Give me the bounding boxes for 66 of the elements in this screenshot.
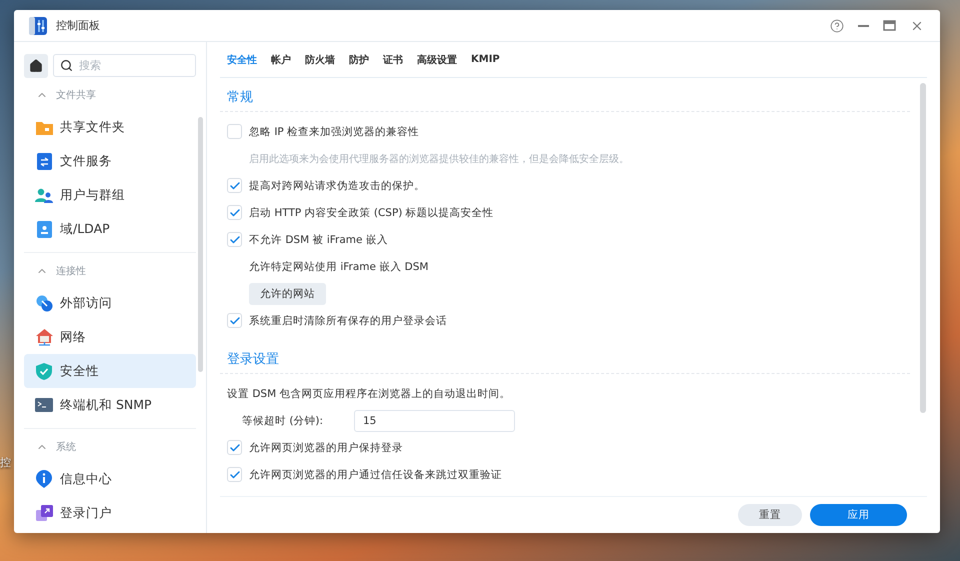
sidebar-item[interactable]: 信息中心 <box>24 462 196 496</box>
sidebar-item[interactable]: 用户与群组 <box>24 178 196 212</box>
allowed-sites-button[interactable]: 允许的网站 <box>249 282 326 304</box>
folder-icon <box>36 120 52 134</box>
checkbox[interactable] <box>227 467 242 482</box>
checkbox-label: 提高对跨网站请求伪造攻击的保护。 <box>249 178 425 192</box>
home-icon <box>29 59 43 73</box>
house-network-icon <box>36 328 52 346</box>
sidebar-item[interactable]: 文件服务 <box>24 144 196 178</box>
checkbox[interactable] <box>227 440 242 455</box>
info-icon <box>36 470 52 488</box>
checkbox-label: 允许网页浏览器的用户通过信任设备来跳过双重验证 <box>249 468 502 482</box>
sidebar-item[interactable]: 域/LDAP <box>24 212 196 246</box>
scrollbar-thumb[interactable] <box>920 83 926 413</box>
checkbox[interactable] <box>227 205 242 220</box>
shield-check-icon <box>36 362 52 380</box>
sidebar-item[interactable]: 安全性 <box>24 354 196 388</box>
maximize-icon <box>883 19 896 32</box>
sidebar-item[interactable]: 外部访问 <box>24 286 196 320</box>
input-field[interactable]: 15 <box>354 410 515 432</box>
search-field[interactable]: 搜索 <box>53 54 196 77</box>
tab[interactable]: 安全性 <box>220 42 264 77</box>
checkbox-label: 不允许 DSM 被 iFrame 嵌入 <box>249 232 388 246</box>
section-title: 登录设置 <box>220 346 910 374</box>
help-icon <box>830 18 844 32</box>
sidebar-group-title: 系统 <box>56 440 76 454</box>
tab[interactable]: KMIP <box>464 42 507 77</box>
scrollbar-thumb[interactable] <box>198 117 203 372</box>
sidebar-group-title: 文件共享 <box>56 88 96 102</box>
apply-button[interactable]: 应用 <box>810 504 907 526</box>
link-icon <box>36 294 52 312</box>
window-title: 控制面板 <box>56 18 100 33</box>
description-text: 设置 DSM 包含网页应用程序在浏览器上的自动退出时间。 <box>227 386 510 400</box>
sidebar-item[interactable]: 终端机和 SNMP <box>24 388 196 422</box>
checkbox[interactable] <box>227 124 242 139</box>
sidebar-item[interactable]: 共享文件夹 <box>24 110 196 144</box>
file-arrows-icon <box>36 152 52 170</box>
tab[interactable]: 帐户 <box>264 42 298 77</box>
app-logo-icon <box>28 16 48 36</box>
sidebar-item[interactable]: 登录门户 <box>24 496 196 530</box>
help-button[interactable] <box>828 16 846 34</box>
tab[interactable]: 防护 <box>342 42 376 77</box>
checkbox[interactable] <box>227 313 242 328</box>
sidebar-item[interactable]: 网络 <box>24 320 196 354</box>
option-text: 允许特定网站使用 iFrame 嵌入 DSM <box>249 260 428 274</box>
hint-text: 启用此选项来为会使用代理服务器的浏览器提供较佳的兼容性，但是会降低安全层级。 <box>249 152 629 166</box>
home-button[interactable] <box>24 54 48 78</box>
checkbox[interactable] <box>227 178 242 193</box>
checkbox-label: 启动 HTTP 内容安全政策 (CSP) 标题以提高安全性 <box>249 206 494 220</box>
sidebar-group-title: 连接性 <box>56 264 86 278</box>
checkbox[interactable] <box>227 232 242 247</box>
reset-button[interactable]: 重置 <box>738 504 802 526</box>
users-icon <box>35 188 53 202</box>
checkbox-label: 系统重启时清除所有保存的用户登录会话 <box>249 314 447 328</box>
id-card-icon <box>36 220 52 238</box>
search-icon <box>60 59 73 72</box>
section-title: 常规 <box>220 84 910 112</box>
checkbox-label: 允许网页浏览器的用户保持登录 <box>249 440 403 454</box>
tab[interactable]: 证书 <box>376 42 410 77</box>
login-portal-icon <box>36 504 52 522</box>
terminal-icon <box>35 398 53 412</box>
tab[interactable]: 高级设置 <box>410 42 464 77</box>
minimize-icon <box>858 24 869 26</box>
checkbox-label: 忽略 IP 检查来加强浏览器的兼容性 <box>249 124 420 138</box>
tab[interactable]: 防火墙 <box>298 42 342 77</box>
field-label: 等候超时 (分钟): <box>241 414 324 428</box>
